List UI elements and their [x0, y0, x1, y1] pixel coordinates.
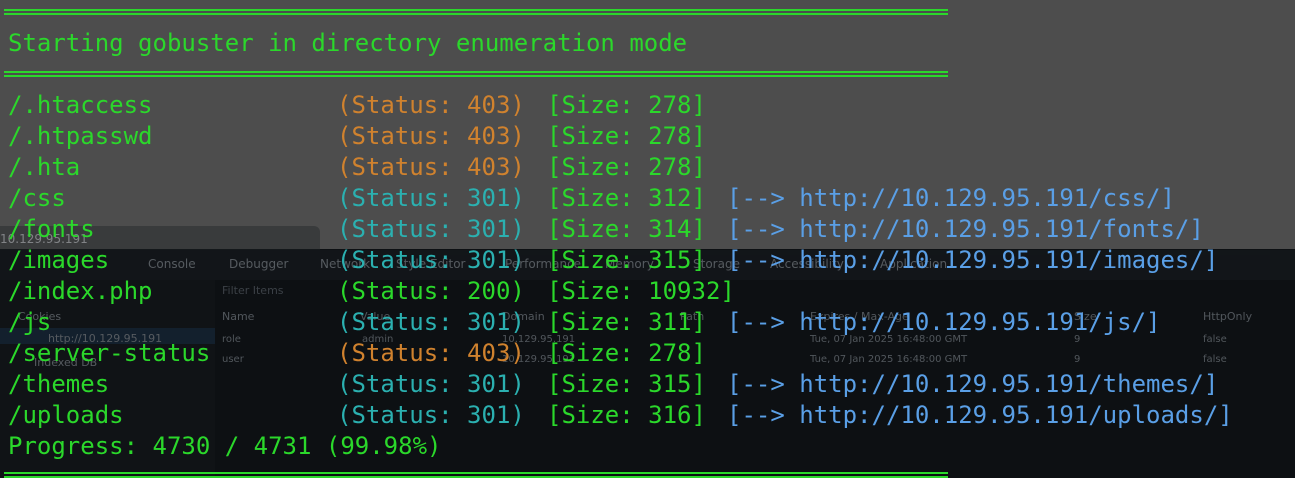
result-path: /.htpasswd: [8, 122, 153, 150]
result-path: /js: [8, 308, 52, 336]
result-status: (Status: 403): [337, 91, 525, 119]
separator-middle: [4, 71, 948, 77]
result-size: [Size: 278]: [547, 122, 706, 150]
result-redirect-link[interactable]: [--> http://10.129.95.191/images/]: [727, 245, 1218, 275]
separator-bottom: [4, 472, 948, 478]
result-row: /server-status (Status: 403) [Size: 278]: [0, 338, 1295, 368]
result-size: [Size: 316]: [547, 401, 706, 429]
result-path: /themes: [8, 370, 110, 398]
result-status: (Status: 301): [337, 184, 525, 212]
result-size: [Size: 278]: [547, 153, 706, 181]
result-path: /.hta: [8, 153, 81, 181]
result-status: (Status: 403): [337, 122, 525, 150]
result-path: /images: [8, 246, 110, 274]
result-path: /.htaccess: [8, 91, 153, 119]
result-status: (Status: 301): [337, 370, 525, 398]
result-path: /server-status: [8, 339, 211, 367]
result-row: /fonts (Status: 301) [Size: 314] [--> http:…: [0, 214, 1295, 244]
result-status: (Status: 403): [337, 153, 525, 181]
result-status: (Status: 301): [337, 401, 525, 429]
result-row: /.htaccess (Status: 403) [Size: 278]: [0, 90, 1295, 120]
result-status: (Status: 301): [337, 215, 525, 243]
result-size: [Size: 10932]: [547, 277, 735, 305]
result-status: (Status: 301): [337, 246, 525, 274]
result-redirect-link[interactable]: [--> http://10.129.95.191/js/]: [727, 307, 1160, 337]
result-redirect-link[interactable]: [--> http://10.129.95.191/uploads/]: [727, 400, 1233, 430]
result-path: /index.php: [8, 277, 153, 305]
result-size: [Size: 312]: [547, 184, 706, 212]
gobuster-header: Starting gobuster in directory enumerati…: [8, 29, 688, 57]
result-row: /images (Status: 301) [Size: 315] [--> http…: [0, 245, 1295, 275]
result-row: /.htpasswd (Status: 403) [Size: 278]: [0, 121, 1295, 151]
result-status: (Status: 403): [337, 339, 525, 367]
result-status: (Status: 301): [337, 308, 525, 336]
result-size: [Size: 278]: [547, 91, 706, 119]
result-status: (Status: 200): [337, 277, 525, 305]
result-path: /fonts: [8, 215, 95, 243]
result-size: [Size: 278]: [547, 339, 706, 367]
result-row: /js (Status: 301) [Size: 311] [--> http://1…: [0, 307, 1295, 337]
result-redirect-link[interactable]: [--> http://10.129.95.191/fonts/]: [727, 214, 1204, 244]
result-path: /uploads: [8, 401, 124, 429]
result-redirect-link[interactable]: [--> http://10.129.95.191/themes/]: [727, 369, 1218, 399]
result-redirect-link[interactable]: [--> http://10.129.95.191/css/]: [727, 183, 1175, 213]
result-row: /themes (Status: 301) [Size: 315] [--> http…: [0, 369, 1295, 399]
result-path: /css: [8, 184, 66, 212]
result-row: /index.php (Status: 200) [Size: 10932]: [0, 276, 1295, 306]
result-size: [Size: 314]: [547, 215, 706, 243]
result-row: /uploads (Status: 301) [Size: 316] [--> htt…: [0, 400, 1295, 430]
result-size: [Size: 315]: [547, 246, 706, 274]
result-size: [Size: 311]: [547, 308, 706, 336]
separator-top: [4, 9, 948, 15]
progress-line: Progress: 4730 / 4731 (99.98%): [8, 432, 442, 460]
result-row: /css (Status: 301) [Size: 312] [--> http://…: [0, 183, 1295, 213]
result-row: /.hta (Status: 403) [Size: 278]: [0, 152, 1295, 182]
result-size: [Size: 315]: [547, 370, 706, 398]
